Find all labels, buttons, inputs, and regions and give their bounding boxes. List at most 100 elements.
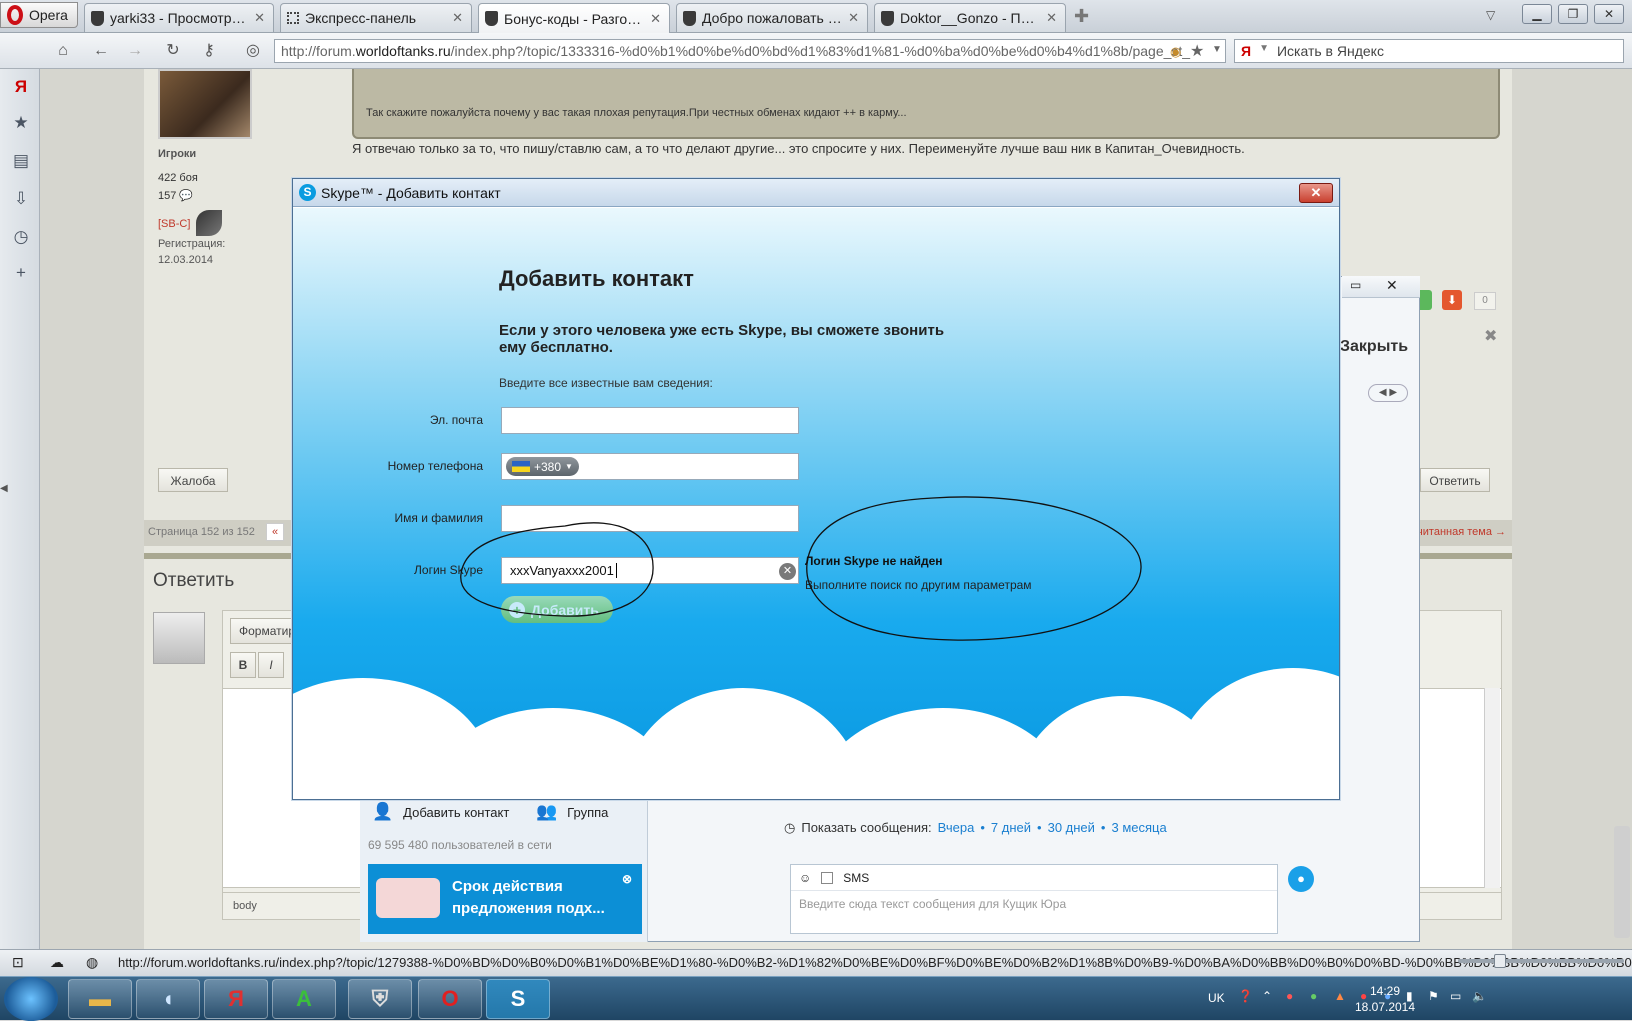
cloud-sync-icon[interactable]: ☁ [50,954,64,971]
group-link[interactable]: 👥 Группа [536,802,608,822]
period-yesterday-link[interactable]: Вчера [938,820,975,836]
posts-value: 157 [158,190,177,202]
opera-taskbar-icon[interactable]: O [418,979,482,1019]
format-dropdown[interactable]: Форматир [230,618,300,644]
zoom-slider[interactable] [1458,954,1624,968]
maximize-icon[interactable]: ▭ [1350,278,1361,292]
registration-label: Регистрация: [158,238,226,250]
help-icon[interactable]: ❓ [1238,989,1253,1003]
key-icon[interactable]: ⚷ [198,41,220,61]
close-window-button[interactable]: ✕ [1594,4,1624,24]
reload-icon[interactable]: ↻ [162,41,184,61]
yandex-taskbar-icon[interactable]: Я [204,979,268,1019]
site-info-icon[interactable]: ◎ [242,41,264,61]
tab-welcome[interactable]: Добро пожаловать в в... ✕ [676,3,868,32]
tab-close-icon[interactable]: ✕ [254,10,265,26]
clan-emblem-icon[interactable] [196,210,222,236]
dialog-close-button[interactable]: ✕ [1299,183,1333,203]
tray-expand-icon[interactable]: ⌃ [1262,989,1272,1003]
unread-topic-link[interactable]: читанная тема → [1417,526,1506,538]
show-messages-row: ◷ Показать сообщения: Вчера • 7 дней • 30 … [784,820,1167,836]
url-domain: worldoftanks.ru [355,43,451,59]
bookmark-star-icon[interactable]: ★ [1190,41,1204,61]
downloads-icon[interactable]: ⇩ [11,189,31,209]
media-player-taskbar-icon[interactable]: ◖ [136,979,200,1019]
add-contact-label: Добавить контакт [403,804,510,820]
clan-tag[interactable]: [SB-C] [158,218,190,230]
start-button[interactable] [4,977,58,1021]
turbo-icon[interactable]: ◍ [86,954,98,971]
yandex-search-input[interactable]: Я ▼ Искать в Яндекс [1234,39,1624,63]
send-message-icon[interactable]: ● [1288,866,1314,892]
restore-button[interactable]: ❐ [1558,4,1588,24]
bold-button[interactable]: B [230,652,256,678]
close-x-icon[interactable]: ✖ [1484,326,1497,346]
back-arrow-icon[interactable]: ← [90,41,112,61]
collapse-panel-arrow-icon[interactable]: ◀ [0,483,8,494]
period-3months-link[interactable]: 3 месяца [1111,820,1166,836]
display-icon[interactable]: ▭ [1450,989,1461,1003]
tab-close-icon[interactable]: ✕ [848,10,859,26]
language-indicator[interactable]: UK [1208,991,1225,1005]
bookmarks-star-icon[interactable]: ★ [11,113,31,133]
tab-close-icon[interactable]: ✕ [1046,10,1057,26]
wot-taskbar-icon[interactable]: ⛨ [348,979,412,1019]
volume-icon[interactable]: 🔈 [1472,989,1487,1003]
tab-yarki33[interactable]: yarki33 - Просмотр пр... ✕ [84,3,274,32]
close-icon[interactable]: ✕ [1386,277,1398,294]
message-compose-box[interactable]: ☺ SMS Введите сюда текст сообщения для К… [790,864,1278,934]
promo-line-2: предложения подх... [452,900,605,917]
italic-button[interactable]: I [258,652,284,678]
taskbar-clock[interactable]: 14:29 18.07.2014 [1340,983,1430,1015]
search-engine-chevron-icon[interactable]: ▼ [1259,43,1269,59]
yandex-icon[interactable]: Я [11,77,31,97]
period-30days-link[interactable]: 30 дней [1048,820,1095,836]
address-bar[interactable]: http://forum.worldoftanks.ru/index.php?/… [274,39,1226,63]
skype-taskbar-icon[interactable]: S [486,979,550,1019]
tab-bonus-codes[interactable]: Бонус-коды - Разгово... ✕ [478,3,670,33]
sms-label: SMS [843,870,870,885]
emoticon-icon[interactable]: ☺ [799,871,811,885]
sms-checkbox[interactable] [821,871,834,884]
tab-close-icon[interactable]: ✕ [452,10,463,26]
page-scrollbar-thumb[interactable] [1614,826,1630,938]
rating-count: 0 [1474,292,1496,310]
tab-title: Добро пожаловать в в... [702,10,842,26]
zoom-slider-thumb[interactable] [1494,954,1506,968]
forward-arrow-icon[interactable]: → [124,41,146,61]
dialog-body: Добавить контакт Если у этого человека у… [293,208,1339,799]
address-dropdown-icon[interactable]: ▼ [1212,44,1222,55]
rss-icon[interactable]: ◉ [1170,44,1181,60]
promo-line-1: Срок действия [452,878,563,895]
history-clock-icon[interactable]: ◷ [11,227,31,247]
reply-post-button[interactable]: Ответить [1420,468,1490,492]
annotation-circle-error [806,496,1142,641]
rating-down-icon[interactable]: ⬇ [1442,290,1462,310]
tab-close-icon[interactable]: ✕ [650,11,661,27]
add-panel-plus-icon[interactable]: + [11,263,31,283]
user-avatar[interactable] [158,69,252,139]
promo-close-icon[interactable]: ⊗ [622,868,632,890]
new-tab-plus-icon[interactable]: ✚ [1074,6,1089,27]
nav-arrows-icon[interactable]: ◀ ▶ [1368,384,1408,402]
tab-express-panel[interactable]: Экспресс-панель ✕ [280,3,472,32]
add-contact-link[interactable]: 👤 Добавить контакт [372,802,509,822]
home-icon[interactable]: ⌂ [52,41,74,61]
prev-page-link[interactable]: « [265,523,285,541]
explorer-taskbar-icon[interactable]: ▬ [68,979,132,1019]
minimize-button[interactable]: ▁ [1522,4,1552,24]
quoted-post: Так скажите пожалуйста почему у вас така… [352,69,1500,139]
period-7days-link[interactable]: 7 дней [991,820,1031,836]
complain-button[interactable]: Жалоба [158,468,228,492]
notes-icon[interactable]: ▤ [11,151,31,171]
tab-list-chevron-icon[interactable]: ▽ [1486,8,1495,22]
promo-banner[interactable]: Срок действия предложения подх... ⊗ [368,864,642,934]
opera-menu-button[interactable]: Opera [0,2,78,28]
tray-app-icon[interactable]: ● [1286,989,1293,1003]
tab-doktor-gonzo[interactable]: Doktor__Gonzo - Прос... ✕ [874,3,1066,32]
panel-toggle-icon[interactable]: ⊡ [12,954,24,971]
tray-app-icon[interactable]: ● [1310,989,1317,1003]
editor-scrollbar[interactable] [1484,688,1500,888]
antivirus-taskbar-icon[interactable]: A [272,979,336,1019]
close-panel-button[interactable]: Закрыть [1340,338,1408,356]
